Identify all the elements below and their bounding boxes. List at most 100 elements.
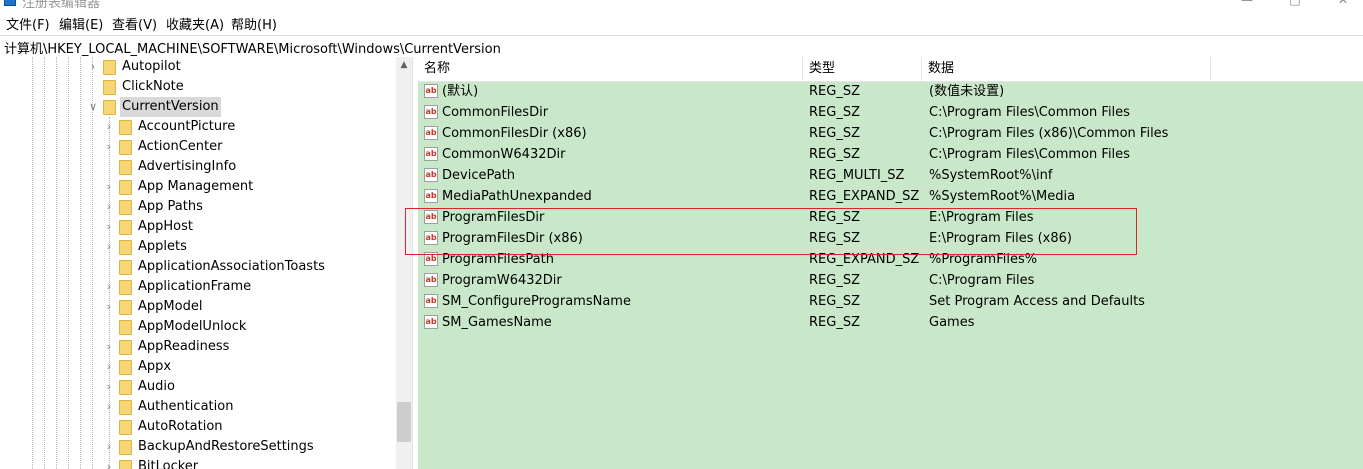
minimize-icon[interactable]: — <box>1240 0 1254 7</box>
tree-item-label: AppModelUnlock <box>138 319 247 334</box>
value-row[interactable]: ab SM_GamesName REG_SZ Games <box>418 312 1363 333</box>
chevron-right-icon[interactable]: › <box>88 57 98 77</box>
tree-item[interactable]: › Autopilot <box>0 57 396 77</box>
tree-item[interactable]: › BackupAndRestoreSettings <box>0 437 396 457</box>
tree-item-label: AppReadiness <box>138 339 230 354</box>
window-title: 注册表编辑器 <box>22 0 101 11</box>
value-row[interactable]: ab SM_ConfigureProgramsName REG_SZ Set Prog… <box>418 291 1363 312</box>
tree-item[interactable]: AdvertisingInfo <box>0 157 396 177</box>
tree-item-label: ClickNote <box>122 79 184 94</box>
tree-item-label: CurrentVersion <box>120 97 221 117</box>
chevron-down-icon[interactable]: ∨ <box>88 97 98 117</box>
value-data: (数值未设置) <box>929 84 1005 99</box>
tree-item[interactable]: › Appx <box>0 357 396 377</box>
value-row[interactable]: ab CommonFilesDir REG_SZ C:\Program Files\C… <box>418 102 1363 123</box>
chevron-right-icon[interactable]: › <box>104 337 114 357</box>
string-value-icon: ab <box>424 315 438 329</box>
tree-item[interactable]: › AppHost <box>0 217 396 237</box>
tree-item[interactable]: ApplicationAssociationToasts <box>0 257 396 277</box>
tree-item-label: App Management <box>138 179 254 194</box>
value-type: REG_SZ <box>809 147 860 162</box>
chevron-right-icon[interactable]: › <box>104 457 114 469</box>
maximize-icon[interactable]: □ <box>1288 0 1302 7</box>
menu-help[interactable]: 帮助(H) <box>229 13 279 34</box>
tree-item[interactable]: › AppModel <box>0 297 396 317</box>
tree-item[interactable]: › App Management <box>0 177 396 197</box>
highlight-box <box>405 208 1137 255</box>
address-bar[interactable]: 计算机\HKEY_LOCAL_MACHINE\SOFTWARE\Microsof… <box>0 35 1363 58</box>
string-value-icon: ab <box>424 294 438 308</box>
folder-icon <box>119 340 132 355</box>
tree-item-label: Audio <box>138 379 175 394</box>
folder-icon <box>119 320 132 335</box>
column-data[interactable]: 数据 <box>922 57 1211 81</box>
values-pane[interactable]: 名称 类型 数据 ab (默认) REG_SZ (数值未设置) ab CommonFile… <box>418 57 1363 469</box>
value-row[interactable]: ab DevicePath REG_MULTI_SZ %SystemRoot%\inf <box>418 165 1363 186</box>
scroll-up-icon[interactable]: ▲ <box>396 57 412 73</box>
chevron-right-icon[interactable]: › <box>104 237 114 257</box>
tree-item[interactable]: ClickNote <box>0 77 396 97</box>
folder-icon <box>119 280 132 295</box>
tree-item-label: BackupAndRestoreSettings <box>138 439 314 454</box>
chevron-right-icon[interactable]: › <box>104 177 114 197</box>
close-icon[interactable]: ✕ <box>1336 0 1350 7</box>
title-bar: 注册表编辑器 — □ ✕ <box>0 0 1363 12</box>
column-type[interactable]: 类型 <box>803 57 922 81</box>
chevron-right-icon[interactable]: › <box>104 197 114 217</box>
tree-item-label: ActionCenter <box>138 139 223 154</box>
key-tree[interactable]: › Autopilot ClickNote ∨ CurrentVersion › Accou… <box>0 57 396 469</box>
menu-edit[interactable]: 编辑(E) <box>57 13 105 34</box>
list-header: 名称 类型 数据 <box>418 57 1363 82</box>
tree-scrollbar[interactable]: ▲ <box>396 57 412 469</box>
value-row[interactable]: ab CommonW6432Dir REG_SZ C:\Program Files\C… <box>418 144 1363 165</box>
tree-item[interactable]: › Applets <box>0 237 396 257</box>
tree-item[interactable]: › ActionCenter <box>0 137 396 157</box>
column-name[interactable]: 名称 <box>418 57 803 81</box>
menu-file[interactable]: 文件(F) <box>4 13 52 34</box>
value-data: Games <box>929 315 975 330</box>
menu-view[interactable]: 查看(V) <box>110 13 159 34</box>
menu-favorites[interactable]: 收藏夹(A) <box>164 13 226 34</box>
tree-item-label: ApplicationFrame <box>138 279 252 294</box>
string-value-icon: ab <box>424 273 438 287</box>
value-name: MediaPathUnexpanded <box>442 189 592 204</box>
chevron-right-icon[interactable]: › <box>104 277 114 297</box>
string-value-icon: ab <box>424 189 438 203</box>
tree-item[interactable]: › AccountPicture <box>0 117 396 137</box>
tree-item-label: Applets <box>138 239 187 254</box>
tree-item[interactable]: › Audio <box>0 377 396 397</box>
string-value-icon: ab <box>424 84 438 98</box>
chevron-right-icon[interactable]: › <box>104 137 114 157</box>
tree-item[interactable]: ∨ CurrentVersion <box>0 97 396 117</box>
value-row[interactable]: ab ProgramW6432Dir REG_SZ C:\Program Files <box>418 270 1363 291</box>
value-data: C:\Program Files (x86)\Common Files <box>929 126 1169 141</box>
value-name: CommonFilesDir <box>442 105 549 120</box>
string-value-icon: ab <box>424 168 438 182</box>
tree-item[interactable]: AppModelUnlock <box>0 317 396 337</box>
tree-item[interactable]: › App Paths <box>0 197 396 217</box>
value-row[interactable]: ab MediaPathUnexpanded REG_EXPAND_SZ %Syste… <box>418 186 1363 207</box>
tree-item[interactable]: › ApplicationFrame <box>0 277 396 297</box>
tree-item[interactable]: AutoRotation <box>0 417 396 437</box>
scroll-thumb[interactable] <box>397 402 411 442</box>
chevron-right-icon[interactable]: › <box>104 437 114 457</box>
value-type: REG_MULTI_SZ <box>809 168 905 183</box>
chevron-right-icon[interactable]: › <box>104 357 114 377</box>
chevron-right-icon[interactable]: › <box>104 377 114 397</box>
chevron-right-icon[interactable]: › <box>104 217 114 237</box>
tree-item[interactable]: › BitLocker <box>0 457 396 469</box>
chevron-right-icon[interactable]: › <box>104 297 114 317</box>
address-path[interactable]: 计算机\HKEY_LOCAL_MACHINE\SOFTWARE\Microsof… <box>4 38 501 57</box>
value-row[interactable]: ab (默认) REG_SZ (数值未设置) <box>418 81 1363 102</box>
chevron-right-icon[interactable]: › <box>104 117 114 137</box>
value-data: C:\Program Files\Common Files <box>929 147 1130 162</box>
tree-item-label: Authentication <box>138 399 234 414</box>
value-name: (默认) <box>442 84 479 99</box>
tree-item[interactable]: › AppReadiness <box>0 337 396 357</box>
chevron-right-icon[interactable]: › <box>104 397 114 417</box>
value-name: SM_ConfigureProgramsName <box>442 294 631 309</box>
tree-item[interactable]: › Authentication <box>0 397 396 417</box>
folder-icon <box>119 380 132 395</box>
value-row[interactable]: ab CommonFilesDir (x86) REG_SZ C:\Program F… <box>418 123 1363 144</box>
value-type: REG_SZ <box>809 126 860 141</box>
